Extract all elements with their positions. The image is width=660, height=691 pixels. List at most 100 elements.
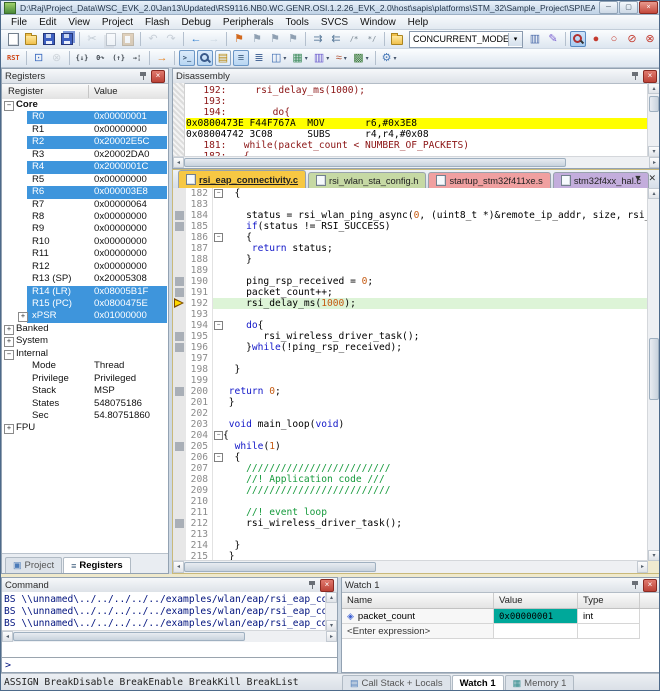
- disassembly-line[interactable]: 181: while(packet_count < NUMBER_OF_PACK…: [186, 140, 648, 151]
- menu-debug[interactable]: Debug: [175, 17, 216, 28]
- register-row-r0[interactable]: R00x00000001: [2, 111, 168, 123]
- fold-collapse-icon[interactable]: −: [214, 453, 223, 462]
- register-row-r12[interactable]: R120x00000000: [2, 261, 168, 273]
- column-name[interactable]: Name: [342, 593, 494, 608]
- chevron-down-icon[interactable]: ▾: [394, 55, 397, 62]
- close-icon[interactable]: ×: [151, 70, 165, 83]
- scroll-up-icon[interactable]: ▴: [648, 83, 660, 94]
- run-to-cursor-button[interactable]: →¦: [129, 50, 145, 66]
- scroll-down-icon[interactable]: ▾: [648, 550, 660, 561]
- uncomment-selection-button[interactable]: */: [364, 31, 380, 47]
- register-row-states[interactable]: States548075186: [2, 398, 168, 410]
- tab-call-stack-locals[interactable]: ▤Call Stack + Locals: [342, 675, 451, 691]
- insert-remove-breakpoint-button[interactable]: ●: [588, 31, 604, 47]
- register-row-r14-lr-[interactable]: R14 (LR)0x08005B1F: [2, 286, 168, 298]
- scroll-thumb[interactable]: [649, 96, 659, 112]
- code-line-208[interactable]: 208 //! Application code ///: [173, 474, 648, 485]
- scroll-left-icon[interactable]: ◂: [173, 157, 184, 168]
- editor-hscrollbar[interactable]: ◂ ▸: [173, 560, 648, 573]
- watch-enter-row[interactable]: <Enter expression>: [342, 624, 660, 639]
- code-line-184[interactable]: 184 status = rsi_wlan_ping_async(0, (uin…: [173, 210, 648, 221]
- register-row-banked[interactable]: +Banked: [2, 323, 168, 335]
- code-line-204[interactable]: 204−{: [173, 430, 648, 441]
- code-line-199[interactable]: 199: [173, 375, 648, 386]
- register-row-r13-sp-[interactable]: R13 (SP)0x20005308: [2, 273, 168, 285]
- editor-vscrollbar[interactable]: ▴ ▾: [647, 188, 660, 561]
- menu-svcs[interactable]: SVCS: [315, 17, 354, 28]
- register-row-xpsr[interactable]: +xPSR0x01000000: [2, 310, 168, 322]
- disassembly-hscrollbar[interactable]: ◂ ▸: [173, 156, 660, 168]
- new-file-button[interactable]: [5, 31, 21, 47]
- expand-icon[interactable]: +: [18, 312, 28, 322]
- code-line-213[interactable]: 213: [173, 529, 648, 540]
- menu-help[interactable]: Help: [402, 17, 435, 28]
- register-row-stack[interactable]: StackMSP: [2, 385, 168, 397]
- chevron-down-icon[interactable]: ▾: [508, 33, 522, 46]
- register-row-r2[interactable]: R20x20002E5C: [2, 136, 168, 148]
- code-line-198[interactable]: 198 }: [173, 364, 648, 375]
- paste-button[interactable]: [120, 31, 136, 47]
- serial-window-button[interactable]: ▥▾: [312, 50, 331, 66]
- kill-all-breakpoints-button[interactable]: ⊗: [642, 31, 658, 47]
- start-stop-debug-button[interactable]: [570, 31, 586, 47]
- menu-peripherals[interactable]: Peripherals: [217, 17, 280, 28]
- scroll-left-icon[interactable]: ◂: [2, 631, 13, 642]
- open-file-button[interactable]: [23, 31, 39, 47]
- close-icon[interactable]: ×: [643, 70, 657, 83]
- close-button-icon[interactable]: ×: [639, 1, 658, 14]
- register-row-fpu[interactable]: +FPU: [2, 422, 168, 434]
- register-row-system[interactable]: +System: [2, 335, 168, 347]
- register-row-internal[interactable]: −Internal: [2, 348, 168, 360]
- disassembly-line[interactable]: 0x08004742 3C08 SUBS r4,r4,#0x08: [186, 129, 648, 140]
- cut-button[interactable]: ✂: [84, 31, 100, 47]
- indent-left-button[interactable]: ⇇: [328, 31, 344, 47]
- scroll-right-icon[interactable]: ▸: [649, 157, 660, 168]
- maximize-button-icon[interactable]: ▢: [619, 1, 638, 14]
- fold-collapse-icon[interactable]: −: [214, 189, 223, 198]
- pin-icon[interactable]: [631, 71, 640, 81]
- code-line-183[interactable]: 183: [173, 199, 648, 210]
- fold-collapse-icon[interactable]: −: [214, 431, 223, 440]
- code-line-188[interactable]: 188 }: [173, 254, 648, 265]
- code-line-190[interactable]: 190 ping_rsp_received = 0;: [173, 276, 648, 287]
- close-icon[interactable]: ×: [643, 579, 657, 592]
- call-stack-window-button[interactable]: ≣: [251, 50, 267, 66]
- disassembly-vscrollbar[interactable]: ▴ ▾: [647, 83, 660, 157]
- code-line-191[interactable]: 191 packet_count++;: [173, 287, 648, 298]
- redo-button[interactable]: ↷: [163, 31, 179, 47]
- close-document-icon[interactable]: ✕: [648, 173, 656, 184]
- chevron-down-icon[interactable]: ▾: [305, 55, 308, 62]
- code-line-212[interactable]: 212 rsi_wireless_driver_task();: [173, 518, 648, 529]
- fold-collapse-icon[interactable]: −: [214, 321, 223, 330]
- edit-target-button[interactable]: [389, 31, 405, 47]
- scroll-left-icon[interactable]: ◂: [173, 561, 184, 573]
- system-viewer-button[interactable]: ▩▾: [351, 50, 370, 66]
- tab-memory-1[interactable]: ▦Memory 1: [505, 675, 575, 691]
- watch-row[interactable]: ◈packet_count0x00000001int: [342, 609, 660, 624]
- chevron-down-icon[interactable]: ▾: [326, 55, 329, 62]
- scroll-thumb[interactable]: [649, 338, 659, 400]
- command-window-button[interactable]: >_: [179, 50, 195, 66]
- register-row-r11[interactable]: R110x00000000: [2, 248, 168, 260]
- title-bar[interactable]: D:\Raj\Project_Data\WSC_EVK_2.0\Jan13\Up…: [1, 1, 660, 15]
- menu-window[interactable]: Window: [354, 17, 402, 28]
- code-line-210[interactable]: 210: [173, 496, 648, 507]
- register-row-r10[interactable]: R100x00000000: [2, 236, 168, 248]
- register-row-privilege[interactable]: PrivilegePrivileged: [2, 373, 168, 385]
- scroll-thumb[interactable]: [184, 158, 566, 167]
- save-all-button[interactable]: [59, 31, 75, 47]
- command-panel-header[interactable]: Command ×: [2, 578, 337, 593]
- code-line-194[interactable]: 194− do{: [173, 320, 648, 331]
- fold-collapse-icon[interactable]: −: [214, 233, 223, 242]
- code-line-186[interactable]: 186− {: [173, 232, 648, 243]
- command-hscrollbar[interactable]: ◂ ▸: [2, 630, 337, 642]
- indent-right-button[interactable]: ⇉: [310, 31, 326, 47]
- insert-bookmark-button[interactable]: ⚑: [231, 31, 247, 47]
- menu-project[interactable]: Project: [96, 17, 139, 28]
- scroll-up-icon[interactable]: ▴: [648, 188, 660, 199]
- watch-name[interactable]: ◈packet_count: [342, 609, 494, 624]
- register-row-r9[interactable]: R90x00000000: [2, 223, 168, 235]
- menu-edit[interactable]: Edit: [33, 17, 62, 28]
- step-into-button[interactable]: {↓}: [74, 50, 91, 66]
- previous-bookmark-button[interactable]: ⚑: [249, 31, 265, 47]
